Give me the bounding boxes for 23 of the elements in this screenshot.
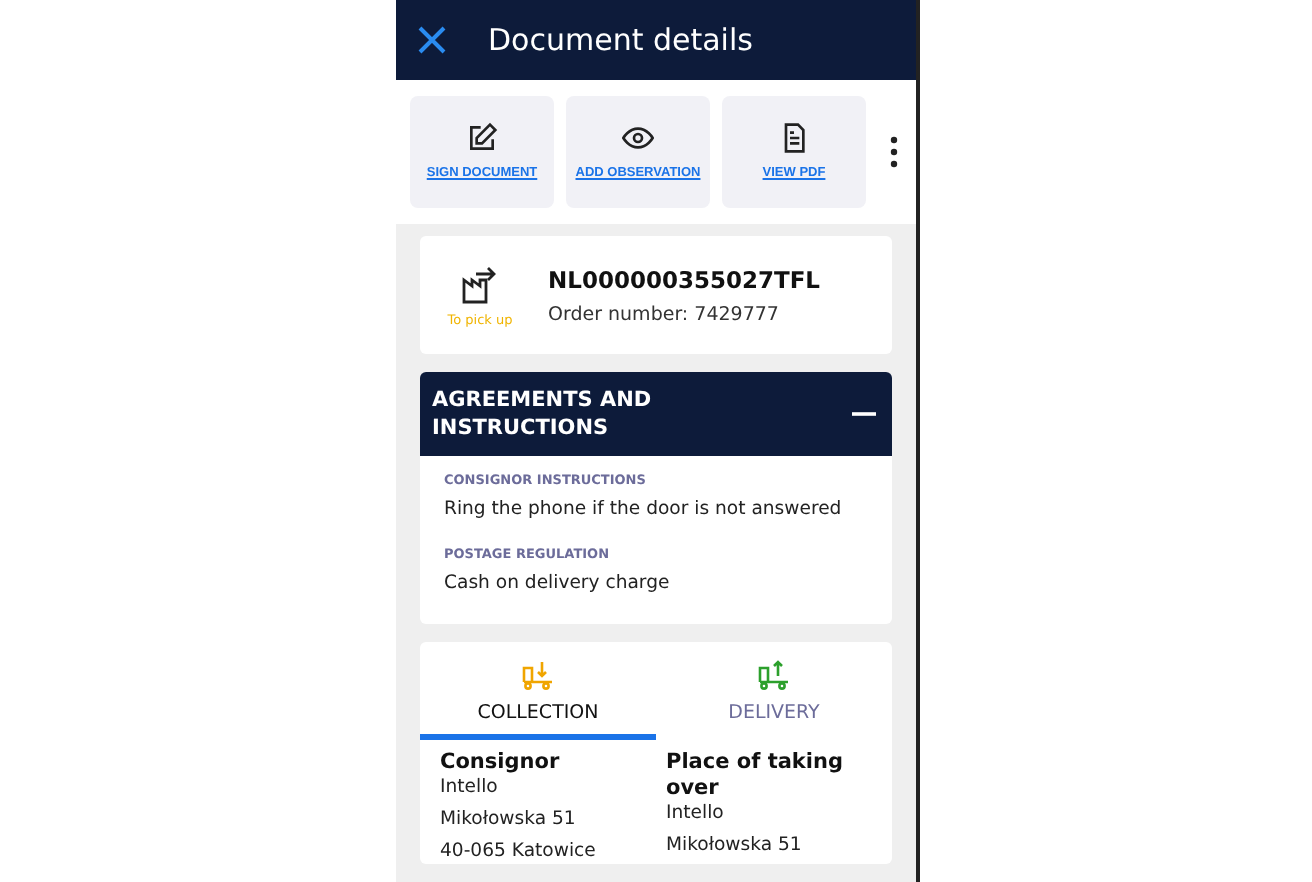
document-number: NL000000355027TFL <box>548 265 821 293</box>
tab[interactable]: DELIVERY <box>656 642 892 740</box>
edit-icon <box>466 121 498 154</box>
address-line: Intello <box>666 802 726 825</box>
screen-title: Document details <box>488 22 753 58</box>
truck-down-arrow-icon <box>520 658 556 690</box>
factory-arrow-icon <box>460 263 500 303</box>
column-title: Place of taking over <box>666 750 845 803</box>
address-line: Intello <box>440 776 500 799</box>
section-value: Cash on delivery charge <box>444 572 672 594</box>
address-line: Mikołowska 51 <box>440 808 578 831</box>
close-icon[interactable] <box>416 24 448 56</box>
accordion-header[interactable]: AGREEMENTS AND INSTRUCTIONS <box>420 372 892 456</box>
accordion-title: AGREEMENTS AND INSTRUCTIONS <box>432 385 654 443</box>
order-number: Order number: 7429777 <box>548 303 781 325</box>
truck-up-arrow-icon <box>756 658 792 690</box>
tab[interactable]: COLLECTION <box>420 642 656 740</box>
address-line: 40-065 Katowice <box>440 840 598 864</box>
eye-icon <box>622 121 654 154</box>
more-icon[interactable] <box>886 136 902 168</box>
address-line: Mikołowska 51 <box>666 834 804 858</box>
column-title: Consignor <box>440 750 562 777</box>
section-value: Ring the phone if the door is not answered <box>444 498 844 520</box>
